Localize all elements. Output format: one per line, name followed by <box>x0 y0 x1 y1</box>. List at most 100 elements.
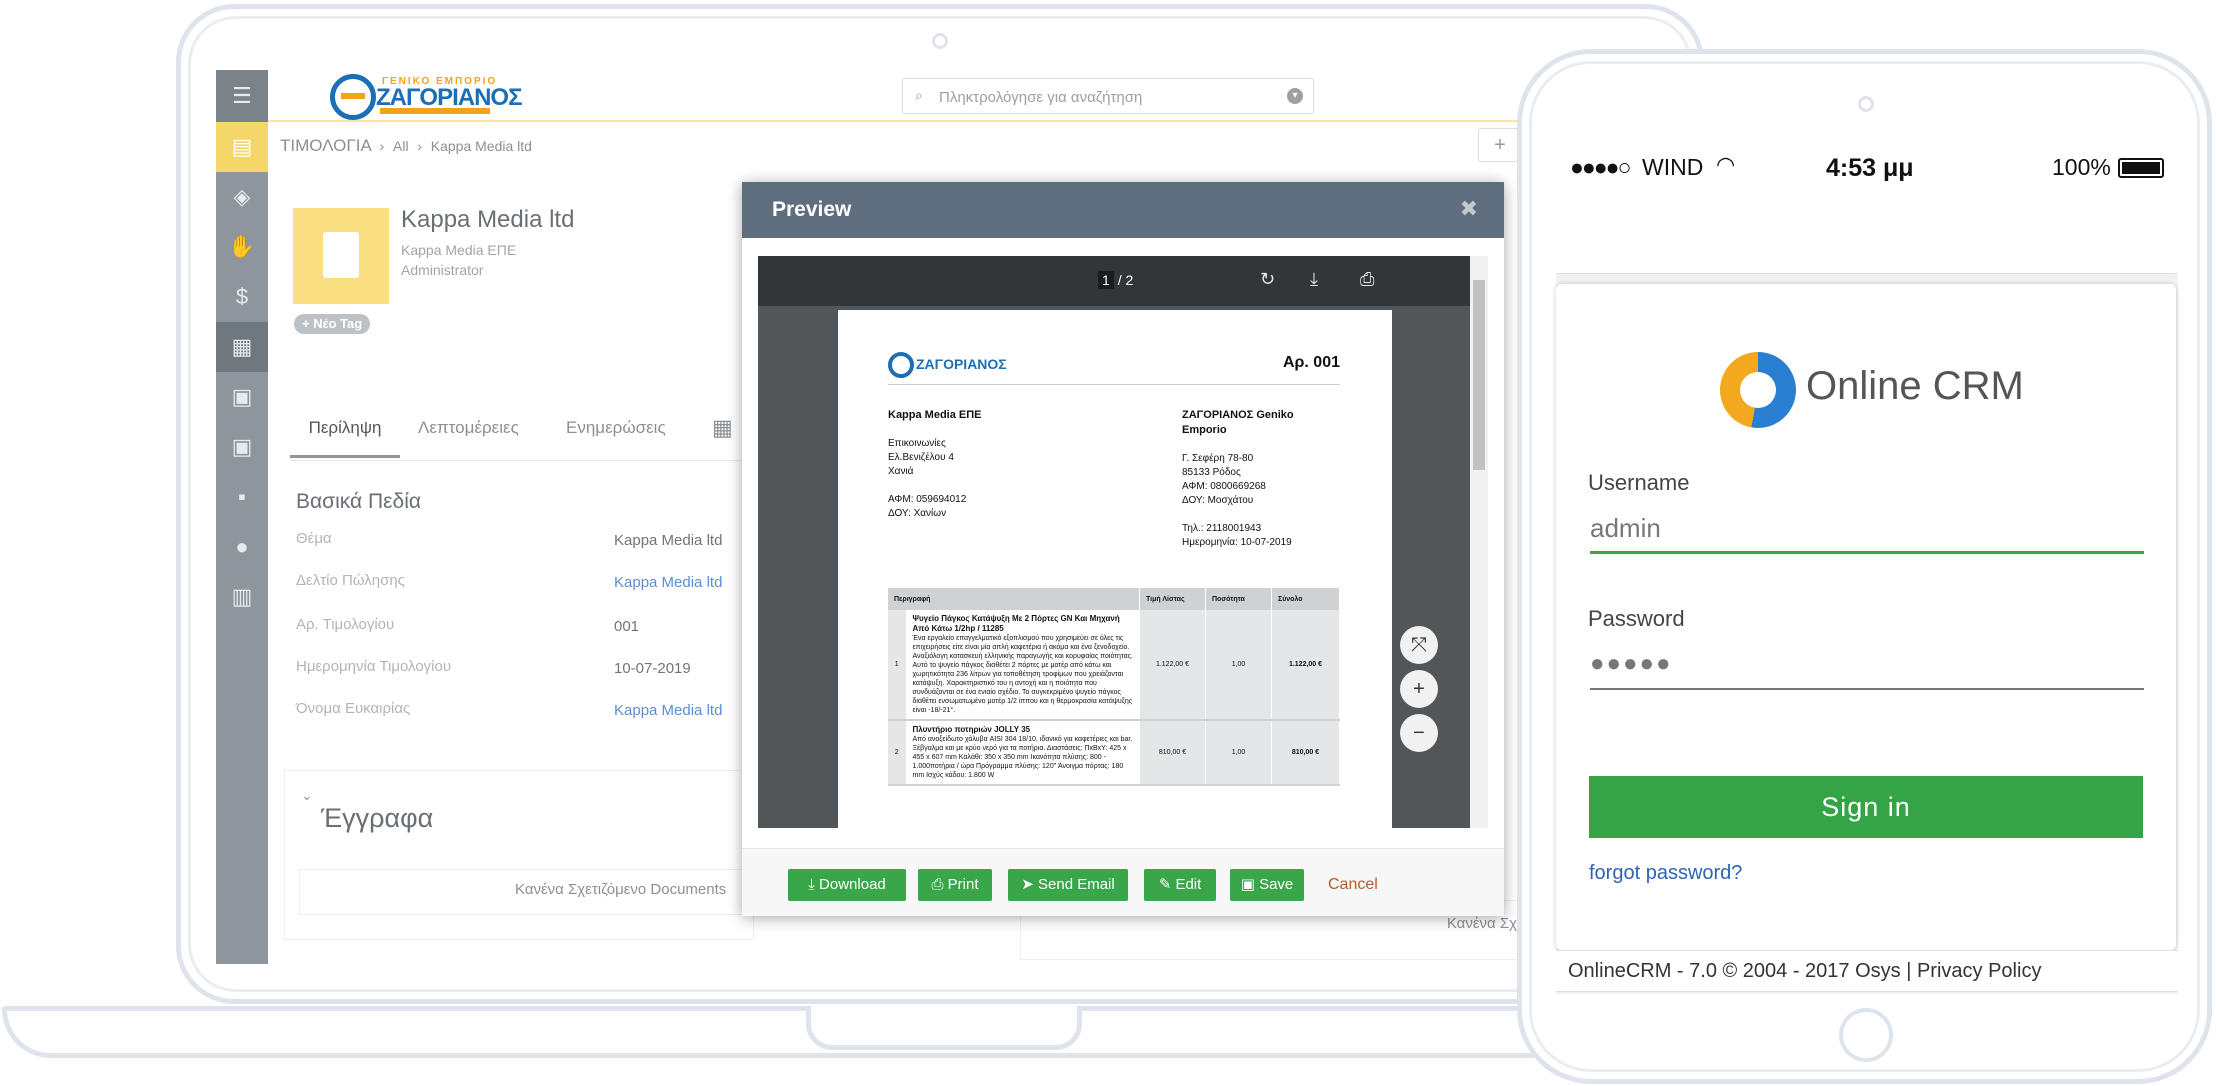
po-icon[interactable]: ▣ <box>216 422 268 472</box>
page-indicator[interactable]: 1 / 2 <box>1098 271 1133 289</box>
pdf-scrollbar[interactable] <box>1470 256 1488 828</box>
company-logo-icon[interactable] <box>330 74 376 120</box>
modal-title: Preview <box>772 198 852 221</box>
sidebar: ☰ ▤ ◈ ✋ $ ▦ ▣ ▣ ▪ ● ▥ <box>216 70 268 964</box>
fit-page-icon[interactable]: ⤧ <box>1400 626 1438 664</box>
so-icon[interactable]: ▣ <box>216 372 268 422</box>
record-title: Kappa Media ltd <box>401 206 575 233</box>
search-icon: ⌕ <box>915 87 923 103</box>
cancel-link[interactable]: Cancel <box>1328 876 1378 894</box>
add-button[interactable]: + <box>1478 128 1518 162</box>
signal-icon: ●●●●○ <box>1570 154 1631 180</box>
calendar-icon[interactable]: ▦ <box>712 400 733 458</box>
battery-icon <box>2118 158 2164 178</box>
contact-icon[interactable]: ▪ <box>216 472 268 522</box>
tab-details[interactable]: Λεπτομέρειες <box>418 400 519 458</box>
phone-status-bar: ●●●●○ WIND ◠ 4:53 μμ 100% <box>1570 152 2170 184</box>
print-icon: ⎙ <box>931 876 948 893</box>
dollar-icon[interactable]: $ <box>216 272 268 322</box>
field-value-link[interactable]: Kappa Media ltd <box>614 574 722 591</box>
download-button[interactable]: ⤓ Download <box>788 869 906 901</box>
chevron-down-icon[interactable]: ⌄ <box>301 787 313 804</box>
chevron-down-icon[interactable]: ▾ <box>1287 88 1303 104</box>
print-icon[interactable]: ⎙ <box>1360 269 1374 290</box>
top-bar: ΓΕΝΙΚΟ ΕΜΠΟΡΙΟ ΖΑΓΟΡΙΑΝΟΣ <box>268 70 1518 122</box>
pdf-viewer: 1 / 2 ↻ ⤓ ⎙ ΖΑΓΟΡΙΑΝΟΣ Αρ. 001 Kappa Med… <box>758 256 1488 828</box>
zoom-in-icon[interactable]: + <box>1400 670 1438 708</box>
row-price: 1.122,00 € <box>1139 610 1206 721</box>
online-crm-logo-icon <box>1720 352 1796 428</box>
row-number: 1 <box>888 610 907 721</box>
user-icon[interactable]: ● <box>216 522 268 572</box>
invoice-page: ΖΑΓΟΡΙΑΝΟΣ Αρ. 001 Kappa Media ΕΠΕ Επικο… <box>838 310 1392 828</box>
invoice-items-table: Περιγραφή Τιμή Λίστας Ποσότητα Σύνολο 1 … <box>888 588 1340 786</box>
table-row: 1 Ψυγείο Πάγκος Κατάψυξη Με 2 Πόρτες GN … <box>888 610 1340 721</box>
laptop-camera <box>932 33 948 49</box>
invoice-icon[interactable]: ▦ <box>216 322 268 372</box>
modal-footer: ⤓ Download ⎙ Print ➤ Send Email ✎ Edit ▣… <box>742 848 1504 916</box>
field-value: Kappa Media ltd <box>614 532 723 549</box>
field-label: Αρ. Τιμολογίου <box>296 616 395 633</box>
field-label: Θέμα <box>296 530 332 547</box>
carrier-name: WIND <box>1642 154 1704 180</box>
breadcrumb-module[interactable]: ΤΙΜΟΛΟΓΙΑ <box>280 136 371 155</box>
pdf-scroll-thumb[interactable] <box>1473 280 1485 470</box>
breadcrumb-separator-icon: › <box>417 138 423 154</box>
invoice-rule <box>888 384 1340 385</box>
basic-fields-title: Βασικά Πεδία <box>296 490 422 513</box>
save-icon: ▣ <box>1240 876 1260 893</box>
tab-summary[interactable]: Περίληψη <box>290 400 400 458</box>
save-button[interactable]: ▣ Save <box>1230 869 1304 901</box>
phone-home-button[interactable] <box>1839 1008 1893 1062</box>
building-icon[interactable]: ▥ <box>216 572 268 622</box>
edit-button[interactable]: ✎ Edit <box>1144 869 1216 901</box>
print-button[interactable]: ⎙ Print <box>918 869 992 901</box>
documents-empty-text: Κανένα Σχετιζόμενο Documents <box>515 881 727 898</box>
field-value-link[interactable]: Kappa Media ltd <box>614 702 722 719</box>
download-icon[interactable]: ⤓ <box>1310 269 1318 290</box>
battery-percent: 100% <box>2052 154 2111 180</box>
invoice-logo-text: ΖΑΓΟΡΙΑΝΟΣ <box>916 356 1007 372</box>
tabs-divider <box>290 460 750 461</box>
documents-panel: ⌄ Έγγραφα Κανένα Σχετιζόμενο Documents <box>284 770 755 940</box>
send-email-button[interactable]: ➤ Send Email <box>1008 869 1128 901</box>
footer-text: OnlineCRM - 7.0 © 2004 - 2017 Osys | Pri… <box>1568 960 2042 982</box>
column-header: Περιγραφή <box>888 588 1140 610</box>
table-row: 2 Πλυντήριο ποτηριών JOLLY 35 Από ανοξεί… <box>888 720 1340 786</box>
forgot-password-link[interactable]: forgot password? <box>1589 862 1742 885</box>
search-input[interactable]: ⌕ Πληκτρολόγησε για αναζήτηση ▾ <box>902 78 1314 114</box>
breadcrumb-all[interactable]: All <box>393 138 409 154</box>
breadcrumb-record: Kappa Media ltd <box>430 138 532 154</box>
field-value: 001 <box>614 618 640 635</box>
invoices-icon[interactable]: ▤ <box>216 122 268 172</box>
new-tag-button[interactable]: + Νέο Tag <box>294 314 371 334</box>
modal-header: Preview ✖ <box>742 182 1504 238</box>
laptop-notch <box>806 1006 1082 1050</box>
phone-camera <box>1858 96 1874 112</box>
column-header: Ποσότητα <box>1205 588 1272 610</box>
close-icon[interactable]: ✖ <box>1460 196 1478 222</box>
tab-updates[interactable]: Ενημερώσεις <box>566 400 666 458</box>
status-time: 4:53 μμ <box>1826 154 1914 182</box>
row-quantity: 1,00 <box>1205 610 1272 721</box>
record-company: Kappa Media ΕΠΕ <box>401 242 517 258</box>
invoice-logo-icon <box>888 352 914 378</box>
handshake-icon[interactable]: ✋ <box>216 222 268 272</box>
documents-title: Έγγραφα <box>321 803 434 833</box>
logo-underline <box>380 108 490 114</box>
logo-text: Online CRM <box>1806 364 2024 408</box>
download-icon: ⤓ <box>808 876 820 893</box>
username-input[interactable]: admin <box>1590 504 2144 554</box>
zoom-out-icon[interactable]: − <box>1400 714 1438 752</box>
rotate-icon[interactable]: ↻ <box>1260 269 1275 290</box>
breadcrumb: ΤΙΜΟΛΟΓΙΑ › All › Kappa Media ltd <box>280 136 532 156</box>
password-input[interactable]: ●●●●● <box>1590 640 2144 690</box>
menu-icon[interactable]: ☰ <box>216 70 268 122</box>
sign-in-button[interactable]: Sign in <box>1589 776 2143 838</box>
row-price: 810,00 € <box>1139 720 1206 786</box>
breadcrumb-separator-icon: › <box>379 138 385 154</box>
box-icon[interactable]: ◈ <box>216 172 268 222</box>
row-total: 810,00 € <box>1271 720 1340 786</box>
related-empty-text: Κανένα Σχ <box>1446 915 1517 932</box>
wifi-icon: ◠ <box>1716 152 1736 177</box>
